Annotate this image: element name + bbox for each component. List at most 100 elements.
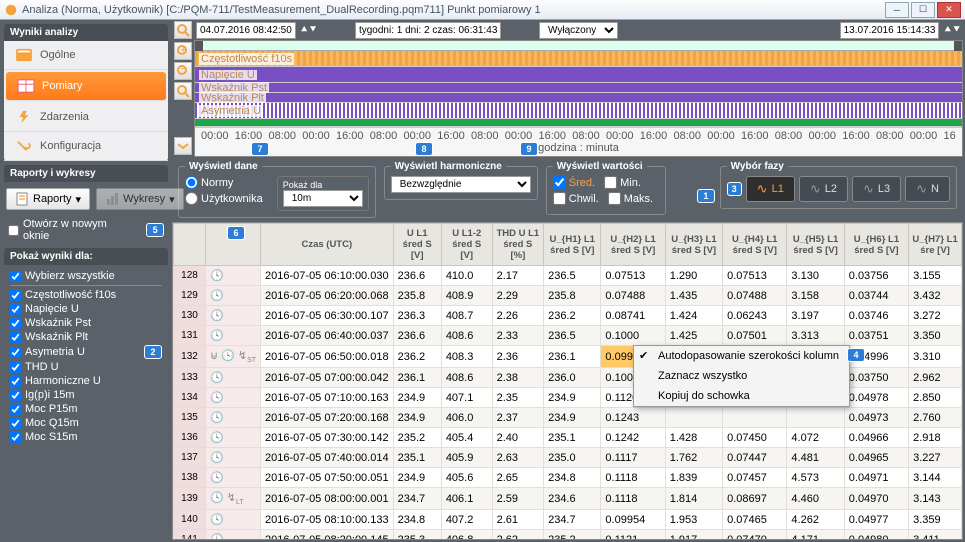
ctx-label: Autodopasowanie szerokości kolumn: [658, 350, 839, 362]
cell: 234.9: [393, 408, 441, 428]
nav-ogolne[interactable]: Ogólne: [4, 41, 168, 70]
cell: 0.07457: [723, 468, 787, 488]
chk-q15[interactable]: [10, 418, 21, 429]
nav-pomiary[interactable]: Pomiary: [6, 72, 166, 101]
mode-select[interactable]: Wyłączony: [539, 22, 618, 39]
chk-plt[interactable]: [10, 332, 21, 343]
zoom-out-icon[interactable]: −: [174, 62, 192, 80]
chk-asym[interactable]: [10, 347, 21, 358]
col-header[interactable]: U_{H1} L1 śred S [V]: [544, 224, 601, 266]
chk-p15[interactable]: [10, 404, 21, 415]
minimize-button[interactable]: ─: [885, 2, 909, 18]
cell: 407.1: [441, 388, 492, 408]
ctx-select-all[interactable]: Zaznacz wszystko: [634, 366, 849, 386]
phase-l1[interactable]: ∿L1: [746, 176, 795, 202]
cell: 3.411: [909, 530, 962, 540]
wave-icon: ∿: [863, 181, 874, 197]
cb-chwil[interactable]: [553, 192, 566, 205]
table-row[interactable]: 137🕓2016-07-05 07:40:00.014235.1405.92.6…: [174, 448, 962, 468]
table-row[interactable]: 136🕓2016-07-05 07:30:00.142235.2405.42.4…: [174, 428, 962, 448]
table-row[interactable]: 135🕓2016-07-05 07:20:00.168234.9406.02.3…: [174, 408, 962, 428]
cb-maks[interactable]: [608, 192, 621, 205]
phase-l2[interactable]: ∿L2: [799, 176, 848, 202]
cell: 235.8: [544, 286, 601, 306]
chk-ig[interactable]: [10, 390, 21, 401]
table-row[interactable]: 139🕓 ↯LT2016-07-05 08:00:00.001234.7406.…: [174, 488, 962, 510]
col-header[interactable]: U_{H5} L1 śred S [V]: [787, 224, 844, 266]
button-label: Raporty: [33, 193, 72, 205]
phase-n[interactable]: ∿N: [905, 176, 950, 202]
group-title: Wyświetl wartości: [553, 161, 647, 172]
cell: 234.9: [393, 468, 441, 488]
cb-min[interactable]: [604, 176, 617, 189]
ctx-copy[interactable]: Kopiuj do schowka: [634, 386, 849, 406]
cell: 0.1242: [601, 428, 665, 448]
raporty-panel-title: Raporty i wykresy: [4, 165, 168, 182]
zoom-fit-icon[interactable]: [174, 21, 192, 39]
table-row[interactable]: 129🕓2016-07-05 06:20:00.068235.8408.92.2…: [174, 286, 962, 306]
pokaz-dla-select[interactable]: 10m: [283, 190, 363, 207]
table-row[interactable]: 138🕓2016-07-05 07:50:00.051234.9405.62.6…: [174, 468, 962, 488]
col-header[interactable]: Czas (UTC): [261, 224, 394, 266]
nav-label: Ogólne: [40, 49, 75, 61]
zoom-fit2-icon[interactable]: [174, 82, 192, 100]
cell: 0.08697: [723, 488, 787, 510]
chk-freq[interactable]: [10, 290, 21, 301]
chk-s15[interactable]: [10, 432, 21, 443]
cell: 2.37: [492, 408, 543, 428]
cell: 0.03751: [844, 326, 908, 346]
sub-label: Pokaż dla: [283, 180, 363, 190]
row-icon: 🕓: [206, 510, 261, 530]
tick: 00:00: [606, 130, 634, 142]
phase-l3[interactable]: ∿L3: [852, 176, 901, 202]
col-header[interactable]: U_{H2} L1 śred S [V]: [601, 224, 665, 266]
cell: 3.143: [909, 488, 962, 510]
cell-time: 2016-07-05 07:50:00.051: [261, 468, 394, 488]
col-header[interactable]: [174, 224, 206, 266]
wykresy-button[interactable]: Wykresy ▾: [96, 188, 184, 210]
harm-select[interactable]: Bezwzględnie: [391, 176, 531, 193]
cell: 234.6: [544, 488, 601, 510]
table-row[interactable]: 140🕓2016-07-05 08:10:00.133234.8407.22.6…: [174, 510, 962, 530]
col-header[interactable]: U_{H3} L1 śred S [V]: [665, 224, 722, 266]
chk-pst[interactable]: [10, 318, 21, 329]
chk-napiecie[interactable]: [10, 304, 21, 315]
cell: 4.460: [787, 488, 844, 510]
cell-time: 2016-07-05 06:50:00.018: [261, 346, 394, 368]
table-row[interactable]: 130🕓2016-07-05 06:30:00.107236.3408.72.2…: [174, 306, 962, 326]
raporty-button[interactable]: Raporty ▾: [6, 188, 90, 210]
end-time[interactable]: 13.07.2016 15:14:33: [840, 22, 940, 39]
chk-harm[interactable]: [10, 376, 21, 387]
cell: 4.481: [787, 448, 844, 468]
cell: 236.5: [544, 266, 601, 286]
callout-9: 9: [520, 142, 538, 156]
book-icon: [14, 48, 32, 62]
cell: 0.1118: [601, 488, 665, 510]
col-header[interactable]: U L1 śred S [V]: [393, 224, 441, 266]
col-header[interactable]: U_{H6} L1 śred S [V]: [844, 224, 908, 266]
col-header[interactable]: U_{H4} L1 śred S [V]: [723, 224, 787, 266]
row-number: 137: [174, 448, 206, 468]
col-header[interactable]: U_{H7} L1 śre [V]: [909, 224, 962, 266]
cell: 236.1: [393, 368, 441, 388]
select-all-checkbox[interactable]: [10, 271, 21, 282]
chk-thd[interactable]: [10, 362, 21, 373]
expand-icon[interactable]: [174, 137, 192, 155]
ctx-autofit[interactable]: ✔Autodopasowanie szerokości kolumn 4: [634, 346, 849, 366]
nav-zdarzenia[interactable]: Zdarzenia: [4, 103, 168, 132]
close-button[interactable]: ✕: [937, 2, 961, 18]
radio-label: Użytkownika: [201, 193, 263, 205]
maximize-button[interactable]: ☐: [911, 2, 935, 18]
table-row[interactable]: 131🕓2016-07-05 06:40:00.037236.6408.62.3…: [174, 326, 962, 346]
col-header[interactable]: U L1-2 śred S [V]: [441, 224, 492, 266]
nav-konfiguracja[interactable]: Konfiguracja: [4, 132, 168, 161]
table-row[interactable]: 128🕓2016-07-05 06:10:00.030236.6410.02.1…: [174, 266, 962, 286]
col-header[interactable]: THD U L1 śred S [%]: [492, 224, 543, 266]
start-time[interactable]: 04.07.2016 08:42:50: [196, 22, 296, 39]
radio-normy[interactable]: [185, 176, 198, 189]
open-new-checkbox[interactable]: [8, 225, 19, 236]
radio-uzyt[interactable]: [185, 192, 198, 205]
cb-sred[interactable]: [553, 176, 566, 189]
table-row[interactable]: 141🕓2016-07-05 08:20:00.145235.3406.82.6…: [174, 530, 962, 540]
zoom-in-icon[interactable]: +: [174, 42, 192, 60]
